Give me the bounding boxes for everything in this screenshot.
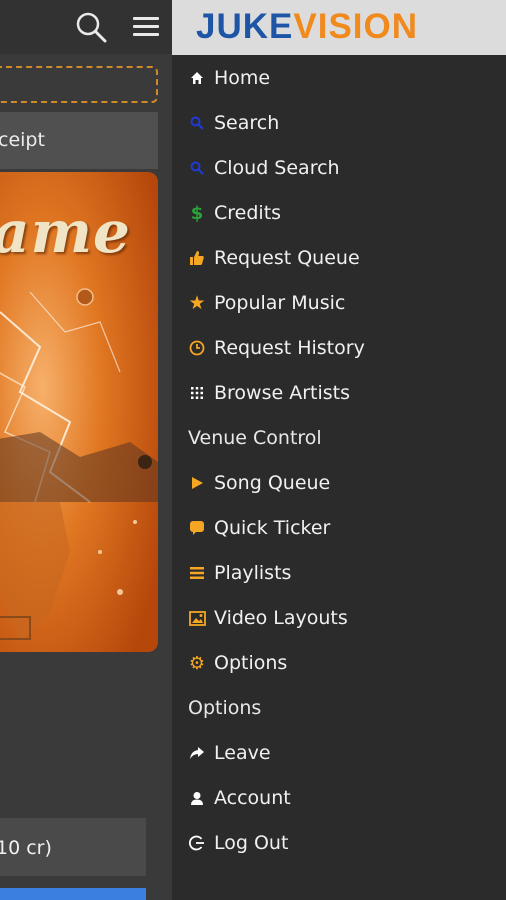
receipt-label: ceipt [0,129,45,151]
section-header-venue-control: Venue Control [188,427,322,449]
navigation-drawer: JUKEVISION Home Search Cloud Search $ Cr… [172,0,506,900]
menu-item-credits[interactable]: $ Credits [188,193,281,233]
album-art: ame [0,172,158,652]
menu-item-cloud-search[interactable]: Cloud Search [188,148,340,188]
menu-item-home[interactable]: Home [188,58,270,98]
section-header-options: Options [188,697,262,719]
menu-item-account[interactable]: Account [188,778,291,818]
menu-item-browse-artists[interactable]: Browse Artists [188,373,350,413]
menu-item-quick-ticker[interactable]: Quick Ticker [188,508,330,548]
play-icon [188,474,206,492]
logout-icon [188,834,206,852]
menu-item-request-queue[interactable]: Request Queue [188,238,360,278]
menu-item-leave[interactable]: Leave [188,733,271,773]
app-toolbar [0,0,172,54]
logo-bar: JUKEVISION [172,0,506,55]
menu-item-popular-music[interactable]: ★ Popular Music [188,283,345,323]
chat-bubble-icon [188,519,206,537]
search-icon [188,114,206,132]
grid-icon [188,384,206,402]
search-icon[interactable] [74,10,108,44]
menu-item-options[interactable]: ⚙ Options [188,643,287,683]
album-title-text: ame [0,198,131,266]
list-icon [188,564,206,582]
home-icon [188,69,206,87]
menu-item-video-layouts[interactable]: Video Layouts [188,598,348,638]
clock-icon [188,339,206,357]
hamburger-menu-icon[interactable] [133,17,159,37]
user-icon [188,789,206,807]
menu-item-search[interactable]: Search [188,103,279,143]
search-icon [188,159,206,177]
menu-item-playlists[interactable]: Playlists [188,553,291,593]
credits-row[interactable]: 10 cr) [0,818,146,876]
menu-item-log-out[interactable]: Log Out [188,823,288,863]
jukevision-logo: JUKEVISION [196,7,419,46]
primary-button[interactable] [0,888,146,900]
gear-icon: ⚙ [188,652,206,674]
star-icon: ★ [188,292,206,314]
credits-label: 10 cr) [0,837,52,859]
background-app: ceipt ame 10 cr) [0,0,172,900]
menu-item-song-queue[interactable]: Song Queue [188,463,330,503]
menu-item-request-history[interactable]: Request History [188,328,365,368]
share-arrow-icon [188,744,206,762]
thumbs-up-icon [188,249,206,267]
dollar-icon: $ [190,202,204,224]
image-icon [188,609,206,627]
receipt-row[interactable]: ceipt [0,112,158,169]
input-field[interactable] [0,66,158,103]
